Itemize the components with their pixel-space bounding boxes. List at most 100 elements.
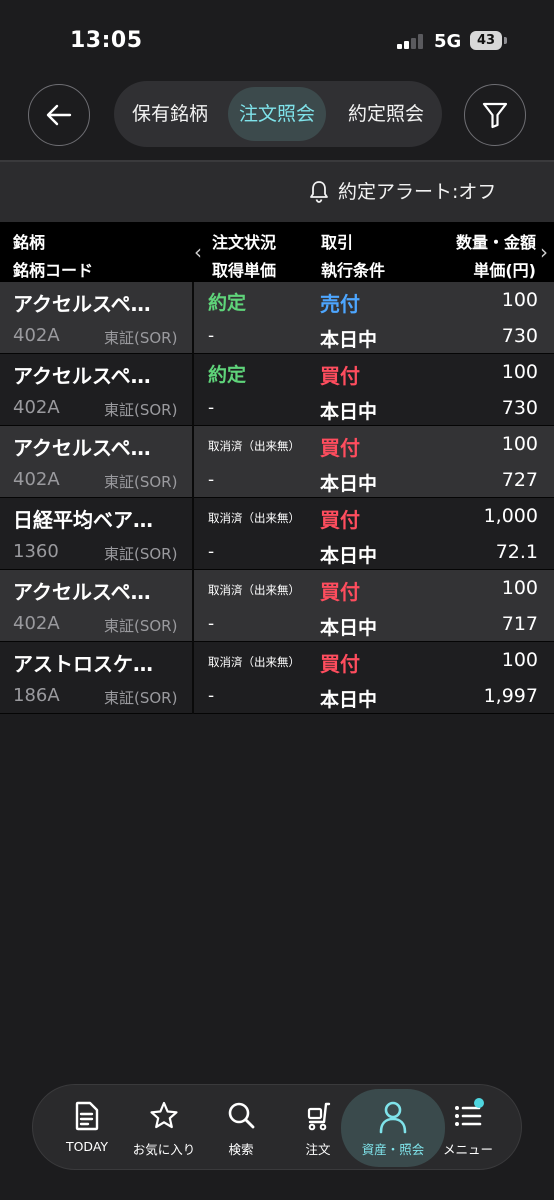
market-label: 東証(SOR): [104, 617, 178, 635]
header-price: 単価(円): [473, 261, 536, 280]
quantity: 1,000: [483, 505, 538, 527]
stock-code: 186A: [13, 685, 60, 706]
signal-icon: [397, 33, 427, 49]
bottom-nav: TODAY お気に入り 検索 注文 資産・照会 メニュー: [32, 1084, 522, 1170]
segmented-tabs: 保有銘柄 注文照会 約定照会: [114, 81, 442, 147]
execution-condition: 本日中: [320, 617, 378, 639]
trade-type: 買付: [320, 652, 360, 676]
execution-condition: 本日中: [320, 545, 378, 567]
tab-holdings[interactable]: 保有銘柄: [118, 87, 222, 141]
nav-favorites[interactable]: お気に入り: [126, 1085, 202, 1171]
unit-cost: -: [208, 686, 215, 706]
trade-type: 買付: [320, 436, 360, 460]
quantity: 100: [501, 577, 538, 599]
unit-price: 717: [501, 613, 538, 635]
header-trade: 取引: [321, 233, 354, 252]
table-row[interactable]: アクセルスペ… 402A 東証(SOR) 約定 - 売付 本日中 100 730: [0, 282, 554, 354]
battery-tip: [504, 37, 507, 44]
stock-code: 402A: [13, 613, 60, 634]
order-status: 約定: [208, 292, 247, 314]
order-status: 取消済（出来無）: [208, 583, 300, 597]
unit-cost: -: [208, 470, 215, 490]
stock-name: アクセルスペ…: [13, 364, 151, 388]
order-status: 取消済（出来無）: [208, 655, 300, 669]
market-label: 東証(SOR): [104, 689, 178, 707]
quantity: 100: [501, 433, 538, 455]
unit-cost: -: [208, 326, 215, 346]
market-label: 東証(SOR): [104, 401, 178, 419]
header-qty: 数量・金額: [455, 233, 536, 252]
execution-condition: 本日中: [320, 329, 378, 351]
chevron-right-icon[interactable]: ›: [540, 240, 548, 264]
execution-condition: 本日中: [320, 473, 378, 495]
header-status: 注文状況: [212, 233, 277, 252]
quantity: 100: [501, 289, 538, 311]
header-unit-cost: 取得単価: [212, 261, 277, 280]
market-label: 東証(SOR): [104, 473, 178, 491]
unit-price: 72.1: [495, 541, 538, 563]
stock-code: 402A: [13, 397, 60, 418]
stock-name: アクセルスペ…: [13, 436, 151, 460]
stock-name: 日経平均ベア…: [13, 508, 153, 532]
battery-icon: 43: [470, 31, 502, 50]
table-row[interactable]: アクセルスペ… 402A 東証(SOR) 約定 - 買付 本日中 100 730: [0, 354, 554, 426]
nav-today[interactable]: TODAY: [49, 1085, 125, 1171]
stock-name: アクセルスペ…: [13, 580, 151, 604]
chevron-left-icon[interactable]: ‹: [194, 240, 202, 264]
trade-type: 売付: [320, 292, 360, 316]
notification-dot: [474, 1098, 484, 1108]
nav-label: メニュー: [442, 1142, 493, 1157]
status-time: 13:05: [70, 28, 143, 53]
nav-search[interactable]: 検索: [203, 1085, 279, 1171]
trade-type: 買付: [320, 508, 360, 532]
column-divider: [192, 642, 194, 714]
market-label: 東証(SOR): [104, 545, 178, 563]
table-row[interactable]: 日経平均ベア… 1360 東証(SOR) 取消済（出来無） - 買付 本日中 1…: [0, 498, 554, 570]
unit-cost: -: [208, 542, 215, 562]
tab-execution-inquiry[interactable]: 約定照会: [334, 87, 438, 141]
document-icon: [75, 1101, 99, 1131]
column-divider: [192, 570, 194, 642]
arrow-left-icon: [46, 104, 72, 126]
order-status: 取消済（出来無）: [208, 511, 300, 525]
person-icon: [379, 1101, 407, 1134]
stock-code: 402A: [13, 469, 60, 490]
search-icon: [228, 1102, 255, 1129]
unit-cost: -: [208, 398, 215, 418]
stock-code: 402A: [13, 325, 60, 346]
order-status: 取消済（出来無）: [208, 439, 300, 453]
column-divider: [192, 498, 194, 570]
stock-name: アストロスケ…: [13, 652, 153, 676]
tab-order-inquiry[interactable]: 注文照会: [228, 87, 326, 141]
star-icon: [150, 1101, 178, 1129]
nav-menu[interactable]: メニュー: [430, 1085, 506, 1171]
table-row[interactable]: アクセルスペ… 402A 東証(SOR) 取消済（出来無） - 買付 本日中 1…: [0, 426, 554, 498]
execution-alert-bar[interactable]: 約定アラート:オフ: [0, 162, 554, 222]
column-divider: [192, 282, 194, 354]
trade-type: 買付: [320, 580, 360, 604]
unit-price: 727: [501, 469, 538, 491]
bell-icon: [310, 181, 328, 203]
column-divider: [192, 354, 194, 426]
table-row[interactable]: アクセルスペ… 402A 東証(SOR) 取消済（出来無） - 買付 本日中 1…: [0, 570, 554, 642]
filter-button[interactable]: [464, 84, 526, 146]
header-name: 銘柄: [13, 233, 46, 252]
header: 保有銘柄 注文照会 約定照会: [0, 80, 554, 160]
execution-alert-label: 約定アラート:オフ: [338, 181, 497, 203]
order-inquiry-screen: 13:05 5G 43 保有銘柄 注文照会 約定照会 約定アラート:オフ 銘柄 …: [0, 0, 554, 1200]
unit-cost: -: [208, 614, 215, 634]
unit-price: 1,997: [483, 685, 538, 707]
unit-price: 730: [501, 397, 538, 419]
quantity: 100: [501, 361, 538, 383]
market-label: 東証(SOR): [104, 329, 178, 347]
execution-condition: 本日中: [320, 689, 378, 711]
order-status: 約定: [208, 364, 247, 386]
filter-icon: [482, 102, 508, 129]
table-row[interactable]: アストロスケ… 186A 東証(SOR) 取消済（出来無） - 買付 本日中 1…: [0, 642, 554, 714]
execution-condition: 本日中: [320, 401, 378, 423]
nav-label: 検索: [228, 1142, 254, 1157]
stock-name: アクセルスペ…: [13, 292, 151, 316]
unit-price: 730: [501, 325, 538, 347]
back-button[interactable]: [28, 84, 90, 146]
order-list: アクセルスペ… 402A 東証(SOR) 約定 - 売付 本日中 100 730…: [0, 282, 554, 714]
